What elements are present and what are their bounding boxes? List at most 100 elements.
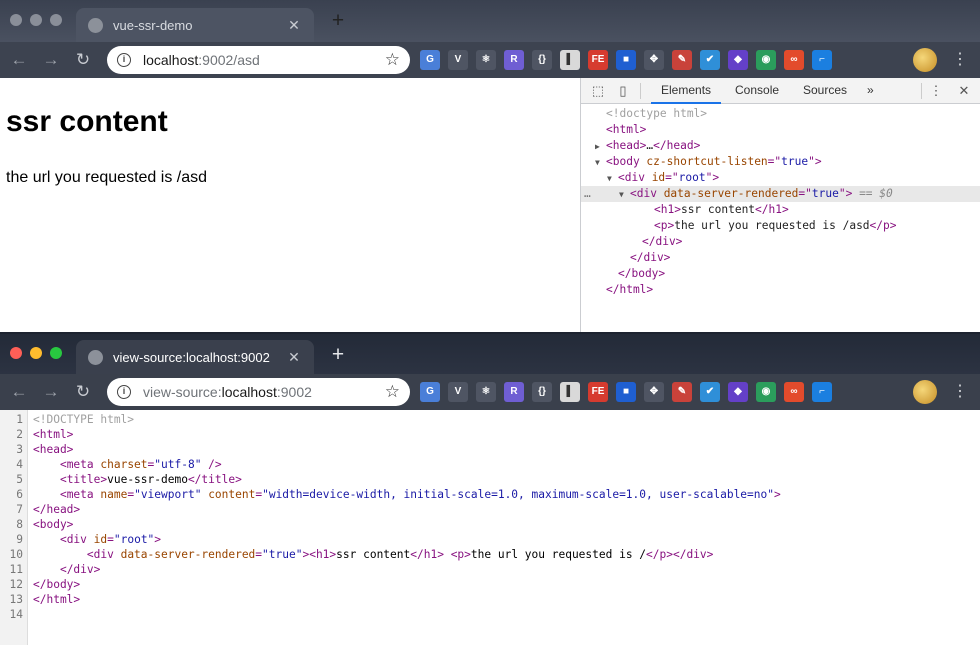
info-icon[interactable]: i [117, 53, 131, 67]
page-paragraph: the url you requested is /asd [6, 169, 208, 186]
zoom-window-button[interactable] [50, 347, 62, 359]
v-check-extension-icon[interactable]: ✔ [700, 382, 720, 402]
dom-node[interactable]: ▼ <div id="root"> [581, 170, 980, 186]
devtools-menu-icon[interactable]: ⋮ [928, 83, 944, 99]
screenshot-extension-icon[interactable]: ⌐ [812, 382, 832, 402]
pen-extension-icon[interactable]: ✎ [672, 382, 692, 402]
collapse-triangle-icon[interactable]: ▼ [607, 171, 618, 187]
collapse-triangle-icon[interactable]: ▼ [619, 187, 630, 203]
redux-extension-icon[interactable]: R [504, 50, 524, 70]
dom-token: </body> [618, 267, 666, 280]
vue-devtools-icon[interactable]: V [448, 50, 468, 70]
dom-token: =" [798, 187, 812, 200]
close-devtools-icon[interactable]: ✕ [956, 83, 972, 99]
page-viewport: ssr content the url you requested is /as… [0, 78, 580, 332]
page-extension-icon[interactable]: ▌ [560, 382, 580, 402]
line-number: 6 [16, 488, 23, 501]
source-token: <title> [59, 473, 108, 486]
dom-node[interactable]: ▶ <head>…</head> [581, 138, 980, 154]
redux-extension-icon[interactable]: R [504, 382, 524, 402]
address-bar[interactable]: i localhost:9002/asd ☆ [107, 46, 410, 74]
minimize-window-button[interactable] [30, 347, 42, 359]
info-icon[interactable]: i [117, 385, 131, 399]
bookmark-star-icon[interactable]: ☆ [385, 382, 400, 402]
dom-node[interactable]: <h1>ssr content</h1> [581, 202, 980, 218]
source-token: </p></div> [646, 548, 714, 561]
tab-console[interactable]: Console [735, 78, 779, 104]
translate-extension-icon[interactable]: G [420, 50, 440, 70]
react-devtools-icon[interactable]: ⚛ [476, 382, 496, 402]
source-token [33, 533, 60, 546]
react-devtools-icon[interactable]: ⚛ [476, 50, 496, 70]
move-extension-icon[interactable]: ✥ [644, 382, 664, 402]
vue-devtools-icon[interactable]: V [448, 382, 468, 402]
json-extension-icon[interactable]: {} [532, 382, 552, 402]
dom-node[interactable]: </html> [581, 282, 980, 298]
browser-tab[interactable]: view-source:localhost:9002 ✕ [76, 340, 314, 374]
profile-avatar[interactable] [913, 48, 937, 72]
dom-node[interactable]: <html> [581, 122, 980, 138]
square-extension-icon[interactable]: ■ [616, 50, 636, 70]
color-picker-extension-icon[interactable]: ◉ [756, 382, 776, 402]
page-extension-icon[interactable]: ▌ [560, 50, 580, 70]
v-check-extension-icon[interactable]: ✔ [700, 50, 720, 70]
browser-menu-icon[interactable]: ⋮ [950, 48, 970, 72]
pen-extension-icon[interactable]: ✎ [672, 50, 692, 70]
source-token: content [208, 488, 256, 501]
tab-sources[interactable]: Sources [803, 78, 847, 104]
infinity-extension-icon[interactable]: ∞ [784, 382, 804, 402]
minimize-window-button[interactable] [30, 14, 42, 26]
back-button[interactable]: ← [6, 47, 32, 73]
address-bar[interactable]: i view-source: localhost:9002 ☆ [107, 378, 410, 406]
screenshot-extension-icon[interactable]: ⌐ [812, 50, 832, 70]
node-actions-icon[interactable]: … [584, 186, 591, 202]
layers-extension-icon[interactable]: ◆ [728, 50, 748, 70]
fe-extension-icon[interactable]: FE [588, 382, 608, 402]
expand-triangle-icon[interactable]: ▶ [595, 139, 606, 155]
dom-node[interactable]: </div> [581, 234, 980, 250]
source-token: <div [59, 533, 94, 546]
forward-button[interactable]: → [38, 47, 64, 73]
close-window-button[interactable] [10, 14, 22, 26]
dom-node[interactable]: … ▼ <div data-server-rendered="true"> == $… [581, 186, 980, 202]
dom-node[interactable]: ▼ <body cz-shortcut-listen="true"> [581, 154, 980, 170]
bookmark-star-icon[interactable]: ☆ [385, 50, 400, 70]
infinity-extension-icon[interactable]: ∞ [784, 50, 804, 70]
back-button[interactable]: ← [6, 379, 32, 405]
translate-extension-icon[interactable]: G [420, 382, 440, 402]
new-tab-button[interactable]: + [328, 344, 348, 366]
fe-extension-icon[interactable]: FE [588, 50, 608, 70]
square-extension-icon[interactable]: ■ [616, 382, 636, 402]
source-token: data-server-rendered [120, 548, 256, 561]
source-code: </body> [33, 577, 80, 592]
close-tab-icon[interactable]: ✕ [286, 349, 302, 365]
zoom-window-button[interactable] [50, 14, 62, 26]
dom-node[interactable]: <p>the url you requested is /asd</p> [581, 218, 980, 234]
profile-avatar[interactable] [913, 380, 937, 404]
tab-elements[interactable]: Elements [651, 78, 722, 104]
source-token: > [154, 533, 162, 546]
dom-token: </div> [630, 251, 671, 264]
device-toolbar-icon[interactable]: ▯ [615, 83, 631, 99]
json-extension-icon[interactable]: {} [532, 50, 552, 70]
close-tab-icon[interactable]: ✕ [286, 17, 302, 33]
reload-button[interactable]: ↻ [70, 47, 96, 73]
browser-tab[interactable]: vue-ssr-demo ✕ [76, 8, 314, 42]
close-window-button[interactable] [10, 347, 22, 359]
color-picker-extension-icon[interactable]: ◉ [756, 50, 776, 70]
layers-extension-icon[interactable]: ◆ [728, 382, 748, 402]
reload-button[interactable]: ↻ [70, 379, 96, 405]
collapse-triangle-icon[interactable]: ▼ [595, 155, 606, 171]
source-token [33, 563, 60, 576]
more-tabs-button[interactable]: » [867, 78, 874, 104]
move-extension-icon[interactable]: ✥ [644, 50, 664, 70]
forward-button[interactable]: → [38, 379, 64, 405]
dom-node[interactable]: </div> [581, 250, 980, 266]
devtools-divider [640, 83, 641, 99]
source-token: ssr content [336, 548, 411, 561]
dom-node[interactable]: </body> [581, 266, 980, 282]
inspect-element-icon[interactable]: ⬚ [590, 83, 606, 99]
browser-menu-icon[interactable]: ⋮ [950, 380, 970, 404]
dom-node[interactable]: <!doctype html> [581, 106, 980, 122]
new-tab-button[interactable]: + [328, 10, 348, 32]
